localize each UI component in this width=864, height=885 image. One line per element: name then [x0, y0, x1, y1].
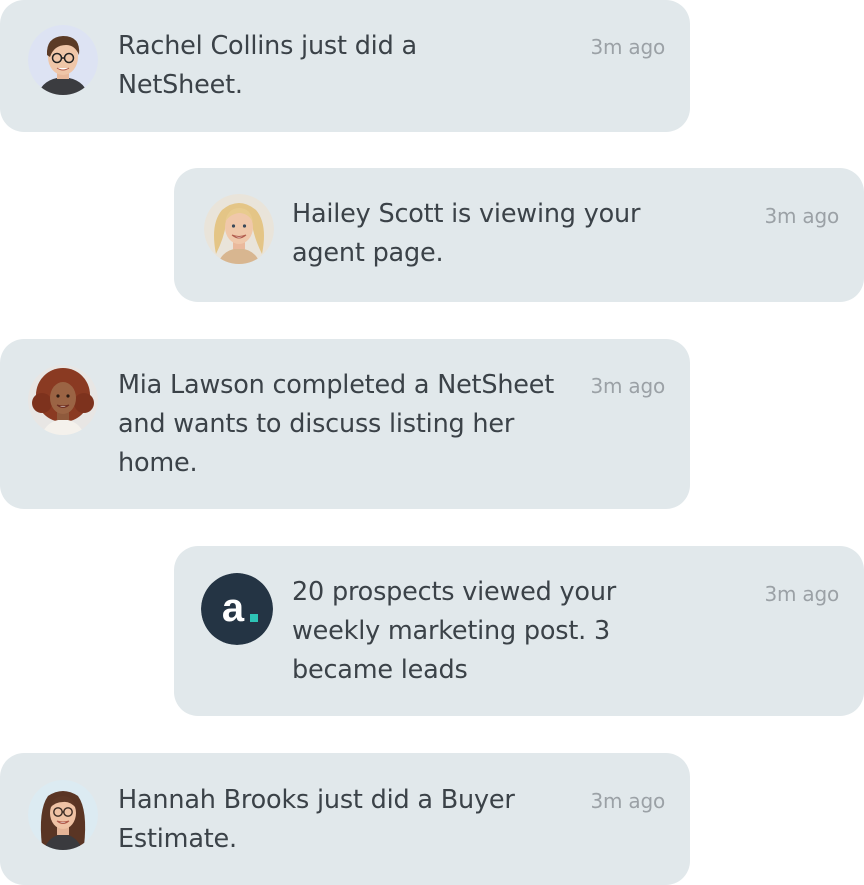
- notification-text: 20 prospects viewed your weekly marketin…: [292, 577, 617, 685]
- avatar: [204, 194, 274, 264]
- notification-time: 3m ago: [590, 35, 665, 59]
- woman-long-brown-hair-glasses-avatar: [28, 780, 98, 850]
- notification-text: Mia Lawson completed a NetSheet and want…: [118, 370, 555, 478]
- woman-short-hair-glasses-avatar: [28, 25, 98, 95]
- notification-text: Hailey Scott is viewing your agent page.: [292, 199, 641, 268]
- notification-time: 3m ago: [590, 374, 665, 398]
- woman-blonde-hair-avatar: [204, 194, 274, 264]
- notification-time: 3m ago: [590, 789, 665, 813]
- notification-card-1[interactable]: Rachel Collins just did a NetSheet. 3m a…: [0, 0, 690, 132]
- notification-card-4[interactable]: a 20 prospects viewed your weekly market…: [174, 546, 864, 716]
- notification-card-3[interactable]: Mia Lawson completed a NetSheet and want…: [0, 339, 690, 509]
- avatar: [28, 25, 98, 95]
- notification-text: Rachel Collins just did a NetSheet.: [118, 31, 417, 100]
- notification-time: 3m ago: [764, 204, 839, 228]
- avatar: [28, 780, 98, 850]
- logo-letter: a: [222, 586, 245, 630]
- woman-curly-red-hair-avatar: [28, 365, 98, 435]
- notification-card-2[interactable]: Hailey Scott is viewing your agent page.…: [174, 168, 864, 302]
- brand-logo-a: a: [201, 573, 273, 645]
- notification-text: Hannah Brooks just did a Buyer Estimate.: [118, 785, 515, 854]
- notification-time: 3m ago: [764, 582, 839, 606]
- notification-card-5[interactable]: Hannah Brooks just did a Buyer Estimate.…: [0, 753, 690, 885]
- avatar: [28, 365, 98, 435]
